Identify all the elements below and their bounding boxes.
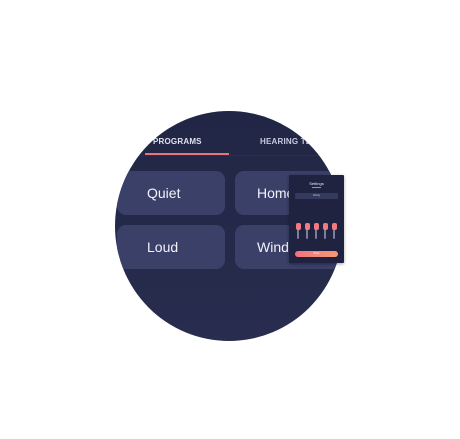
settings-preview-thumbnail: Settings Windy Save	[289, 175, 344, 263]
program-label: Quiet	[147, 185, 181, 201]
equalizer-slider-knob[interactable]	[313, 223, 319, 230]
equalizer-slider-knob[interactable]	[295, 223, 301, 230]
program-card-loud[interactable]: Loud	[117, 225, 225, 269]
program-name-field[interactable]: Windy	[295, 193, 338, 199]
tab-hearing-test[interactable]: HEARING TES	[260, 137, 317, 146]
tab-divider	[115, 155, 343, 156]
equalizer-slider-knob[interactable]	[322, 223, 328, 230]
settings-title: Settings	[309, 181, 324, 186]
settings-title-underline	[312, 187, 321, 188]
save-button[interactable]: Save	[295, 251, 338, 257]
equalizer-slider-knob[interactable]	[331, 223, 337, 230]
program-card-quiet[interactable]: Quiet	[117, 171, 225, 215]
tab-programs[interactable]: PROGRAMS	[153, 137, 202, 146]
equalizer-slider-knob[interactable]	[304, 223, 310, 230]
program-label: Loud	[147, 239, 179, 255]
